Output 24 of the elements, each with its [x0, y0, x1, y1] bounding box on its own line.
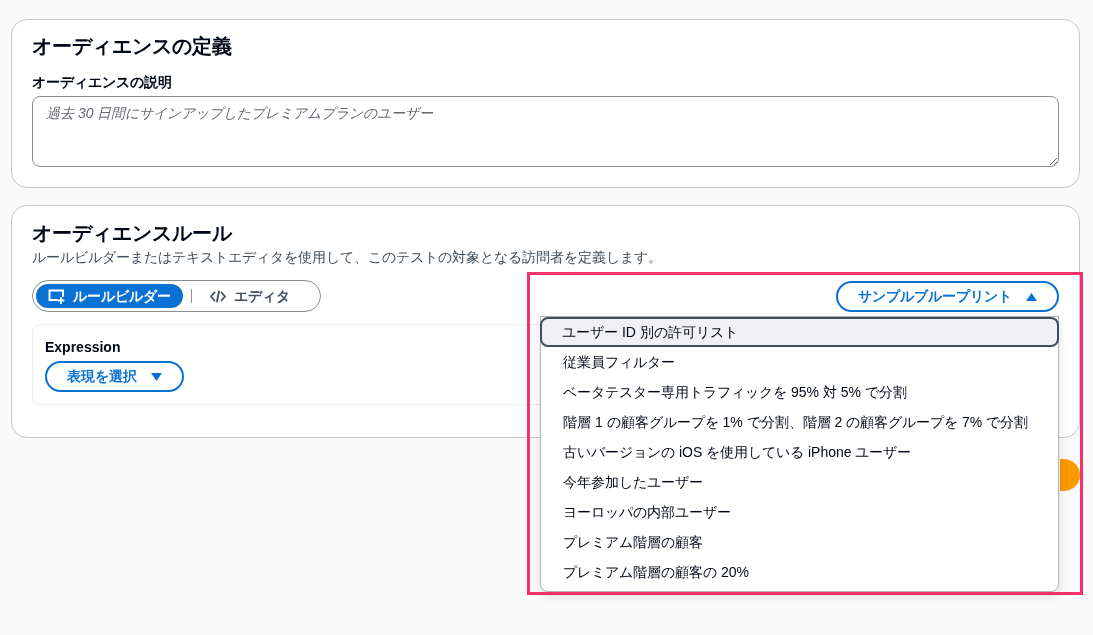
- menu-item[interactable]: ヨーロッパの内部ユーザー: [541, 497, 1058, 527]
- menu-item[interactable]: プレミアム階層の顧客の 20%: [541, 557, 1058, 587]
- round-button-edge[interactable]: [1060, 459, 1080, 491]
- menu-item[interactable]: ベータテスター専用トラフィックを 95% 対 5% で分割: [541, 377, 1058, 407]
- screen-plus-icon: [48, 288, 65, 304]
- caret-down-icon: [151, 372, 162, 381]
- section-subtitle: ルールビルダーまたはテキストエディタを使用して、このテストの対象となる訪問者を定義します。: [32, 248, 662, 267]
- section-title: オーディエンスの定義: [32, 34, 232, 58]
- mode-tab[interactable]: ルールビルダー: [36, 284, 183, 308]
- code-icon: [210, 289, 226, 303]
- menu-item[interactable]: プレミアム階層の顧客: [541, 527, 1058, 557]
- menu-item[interactable]: 今年参加したユーザー: [541, 467, 1058, 497]
- section-title: オーディエンスルール: [32, 221, 232, 245]
- expression-label: Expression: [45, 338, 121, 357]
- menu-item[interactable]: 従業員フィルター: [541, 347, 1058, 377]
- menu-item[interactable]: 古いバージョンの iOS を使用している iPhone ユーザー: [541, 437, 1058, 467]
- select-expression-button[interactable]: 表現を選択: [45, 361, 184, 392]
- description-field[interactable]: 過去 30 日間にサインアップしたプレミアムプランのユーザー: [32, 96, 1059, 167]
- caret-up-icon: [1026, 292, 1037, 301]
- blueprint-button[interactable]: サンプルブループリント: [836, 281, 1059, 312]
- field-label: オーディエンスの説明: [32, 73, 172, 92]
- mode-tab[interactable]: エディタ: [200, 284, 300, 308]
- menu-item[interactable]: ユーザー ID 別の許可リスト: [540, 317, 1059, 347]
- menu-item[interactable]: 階層 1 の顧客グループを 1% で分割、階層 2 の顧客グループを 7% で分割: [541, 407, 1058, 437]
